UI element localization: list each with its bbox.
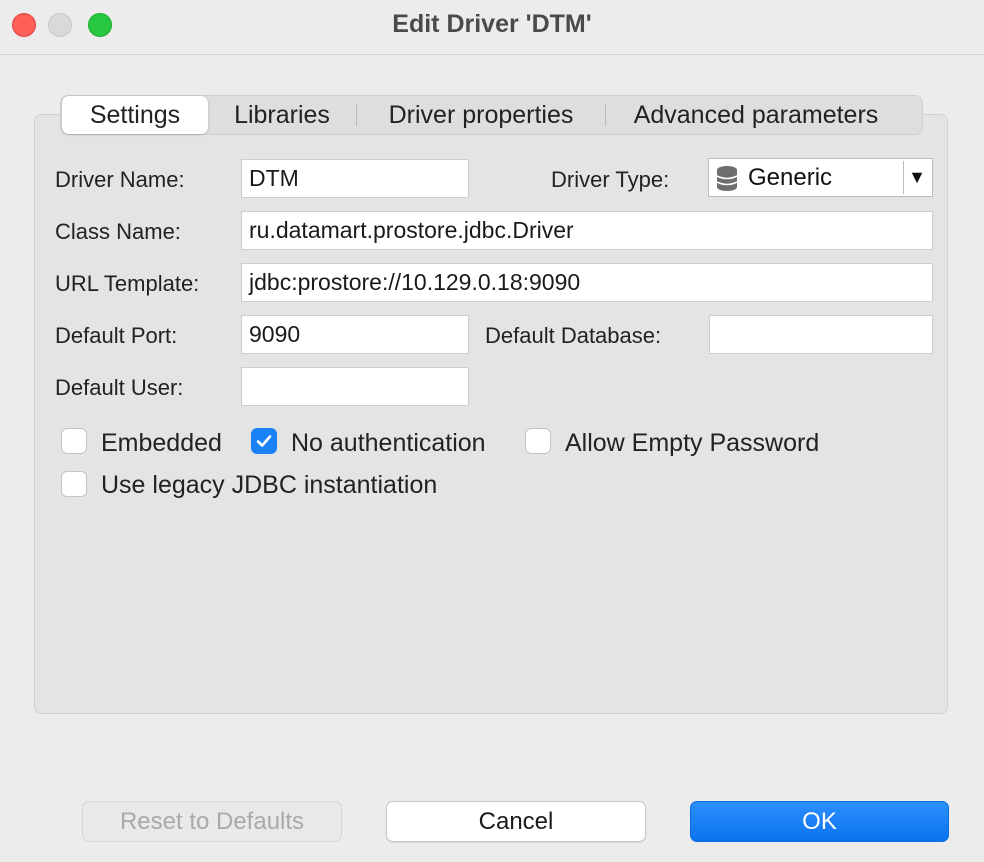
url-template-label: URL Template: xyxy=(55,271,200,296)
window-title: Edit Driver 'DTM' xyxy=(392,10,592,38)
use-legacy-jdbc-checkbox[interactable] xyxy=(61,471,87,497)
use-legacy-jdbc-label: Use legacy JDBC instantiation xyxy=(101,471,438,499)
tab-settings[interactable]: Settings xyxy=(62,96,208,134)
driver-type-label: Driver Type: xyxy=(551,167,670,192)
driver-name-field[interactable]: DTM xyxy=(241,159,469,198)
driver-type-value: Generic xyxy=(748,163,833,191)
embedded-checkbox[interactable] xyxy=(61,428,87,454)
default-user-field[interactable] xyxy=(241,367,469,406)
default-user-label: Default User: xyxy=(55,375,184,400)
title-bar: Edit Driver 'DTM' xyxy=(0,0,984,55)
embedded-label: Embedded xyxy=(101,429,222,457)
default-port-label: Default Port: xyxy=(55,323,178,348)
driver-name-label: Driver Name: xyxy=(55,167,185,192)
tab-bar: Settings Libraries Driver properties Adv… xyxy=(60,95,923,135)
tab-libraries[interactable]: Libraries xyxy=(208,96,356,134)
url-template-field[interactable]: jdbc:prostore://10.129.0.18:9090 xyxy=(241,263,933,302)
dropdown-arrow-icon[interactable]: ▼ xyxy=(903,161,930,194)
reset-to-defaults-button[interactable]: Reset to Defaults xyxy=(82,801,342,842)
tab-advanced-parameters[interactable]: Advanced parameters xyxy=(606,96,906,134)
tab-driver-properties[interactable]: Driver properties xyxy=(357,96,605,134)
allow-empty-password-checkbox[interactable] xyxy=(525,428,551,454)
default-database-label: Default Database: xyxy=(485,323,662,348)
class-name-label: Class Name: xyxy=(55,219,181,244)
edit-driver-dialog: Edit Driver 'DTM' Settings Libraries Dri… xyxy=(0,0,984,862)
settings-panel xyxy=(34,114,948,714)
default-port-field[interactable]: 9090 xyxy=(241,315,469,354)
default-database-field[interactable] xyxy=(709,315,933,354)
checkmark-icon xyxy=(256,435,272,447)
no-authentication-label: No authentication xyxy=(291,429,486,457)
class-name-field[interactable]: ru.datamart.prostore.jdbc.Driver xyxy=(241,211,933,250)
driver-type-select[interactable]: Generic ▼ xyxy=(708,158,933,197)
cancel-button[interactable]: Cancel xyxy=(386,801,646,842)
ok-button[interactable]: OK xyxy=(690,801,949,842)
database-icon xyxy=(716,165,738,191)
allow-empty-password-label: Allow Empty Password xyxy=(565,429,820,457)
no-authentication-checkbox[interactable] xyxy=(251,428,277,454)
